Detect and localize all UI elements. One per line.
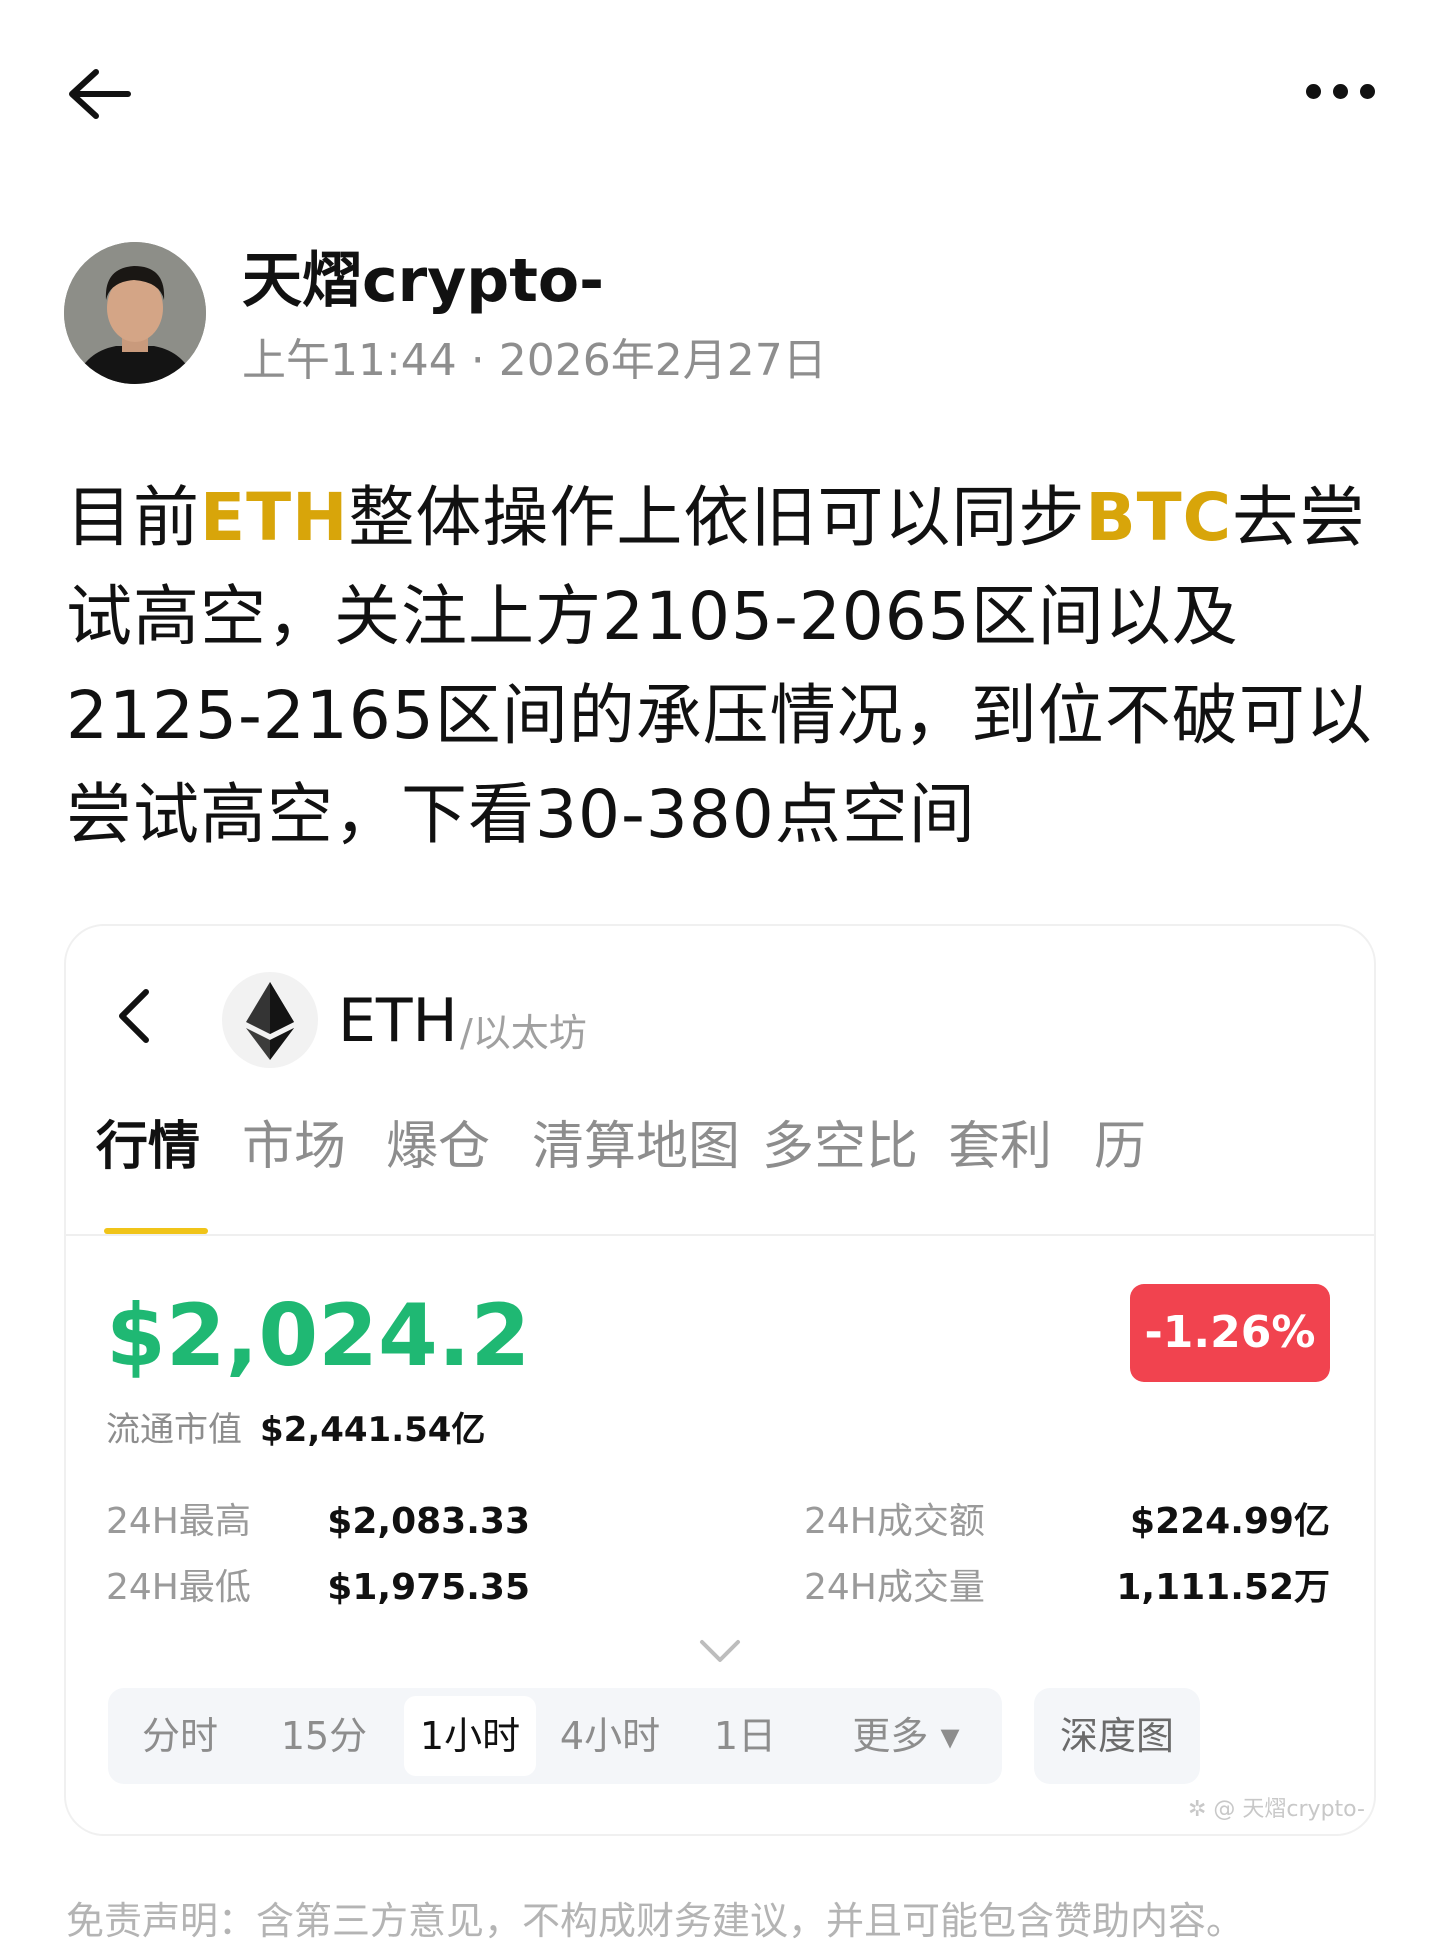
coin-fullname: /以太坊 — [460, 1011, 587, 1055]
stat-label: 24H成交额 — [804, 1501, 985, 1542]
watermark: ✲ @ 天熠crypto- — [1188, 1797, 1365, 1822]
post-ticker-btc[interactable]: BTC — [1085, 479, 1232, 556]
post-timestamp: 上午11:44 · 2026年2月27日 — [242, 335, 827, 386]
post-text-segment: 整体操作上依旧可以同步 — [348, 479, 1086, 556]
interval-more-dropdown[interactable]: 更多 ▾ — [810, 1688, 1002, 1784]
market-cap-label: 流通市值 — [106, 1410, 242, 1450]
post-content: 目前ETH整体操作上依旧可以同步BTC去尝试高空，关注上方2105-2065区间… — [66, 468, 1386, 864]
ethereum-logo-icon — [222, 972, 318, 1068]
interval-1d[interactable]: 1日 — [680, 1688, 810, 1784]
tab-market-quote[interactable]: 行情 — [96, 1116, 200, 1178]
tab-divider — [66, 1234, 1374, 1236]
tab-history[interactable]: 历 — [1094, 1116, 1146, 1178]
stat-label: 24H最低 — [106, 1567, 251, 1608]
interval-15m[interactable]: 15分 — [252, 1688, 396, 1784]
tab-arbitrage[interactable]: 套利 — [948, 1116, 1052, 1178]
interval-4h[interactable]: 4小时 — [540, 1688, 680, 1784]
tab-market[interactable]: 市场 — [242, 1116, 346, 1178]
post-ticker-eth[interactable]: ETH — [200, 479, 348, 556]
coin-detail-card[interactable]: ETH /以太坊 行情 市场 爆仓 清算地图 多空比 套利 历 $2,024.2… — [64, 924, 1376, 1836]
post-text-segment: 目前 — [66, 479, 200, 556]
tab-long-short-ratio[interactable]: 多空比 — [762, 1116, 918, 1178]
depth-chart-button[interactable]: 深度图 — [1034, 1688, 1200, 1784]
disclaimer-text: 免责声明：含第三方意见，不构成财务建议，并且可能包含赞助内容。 — [66, 1899, 1245, 1943]
tab-liquidation-map[interactable]: 清算地图 — [532, 1116, 740, 1178]
more-options-icon[interactable] — [1306, 80, 1376, 104]
stat-value: $2,083.33 — [327, 1501, 530, 1542]
avatar-portrait-icon — [64, 242, 206, 384]
coin-symbol: ETH — [338, 986, 458, 1056]
current-price: $2,024.2 — [106, 1286, 531, 1386]
market-cap-value: $2,441.54亿 — [260, 1410, 486, 1450]
chevron-left-icon — [119, 989, 149, 1043]
author-name[interactable]: 天熠crypto- — [242, 246, 604, 316]
back-arrow-icon[interactable] — [66, 68, 132, 120]
interval-selector: 分时 15分 1小时 4小时 1日 更多 ▾ — [108, 1688, 1002, 1784]
interval-1h[interactable]: 1小时 — [404, 1696, 536, 1776]
price-change-badge: -1.26% — [1130, 1284, 1330, 1382]
stat-value: $1,975.35 — [327, 1567, 530, 1608]
interval-timeshare[interactable]: 分时 — [108, 1688, 252, 1784]
stat-value: $224.99亿 — [1130, 1501, 1330, 1542]
tab-liquidations[interactable]: 爆仓 — [386, 1116, 490, 1178]
stat-value: 1,111.52万 — [1116, 1567, 1330, 1608]
avatar[interactable] — [64, 242, 206, 384]
chevron-down-icon[interactable] — [698, 1638, 742, 1664]
stat-label: 24H成交量 — [804, 1567, 985, 1608]
stat-label: 24H最高 — [106, 1501, 251, 1542]
coin-tabs: 行情 市场 爆仓 清算地图 多空比 套利 历 — [66, 1116, 1374, 1196]
